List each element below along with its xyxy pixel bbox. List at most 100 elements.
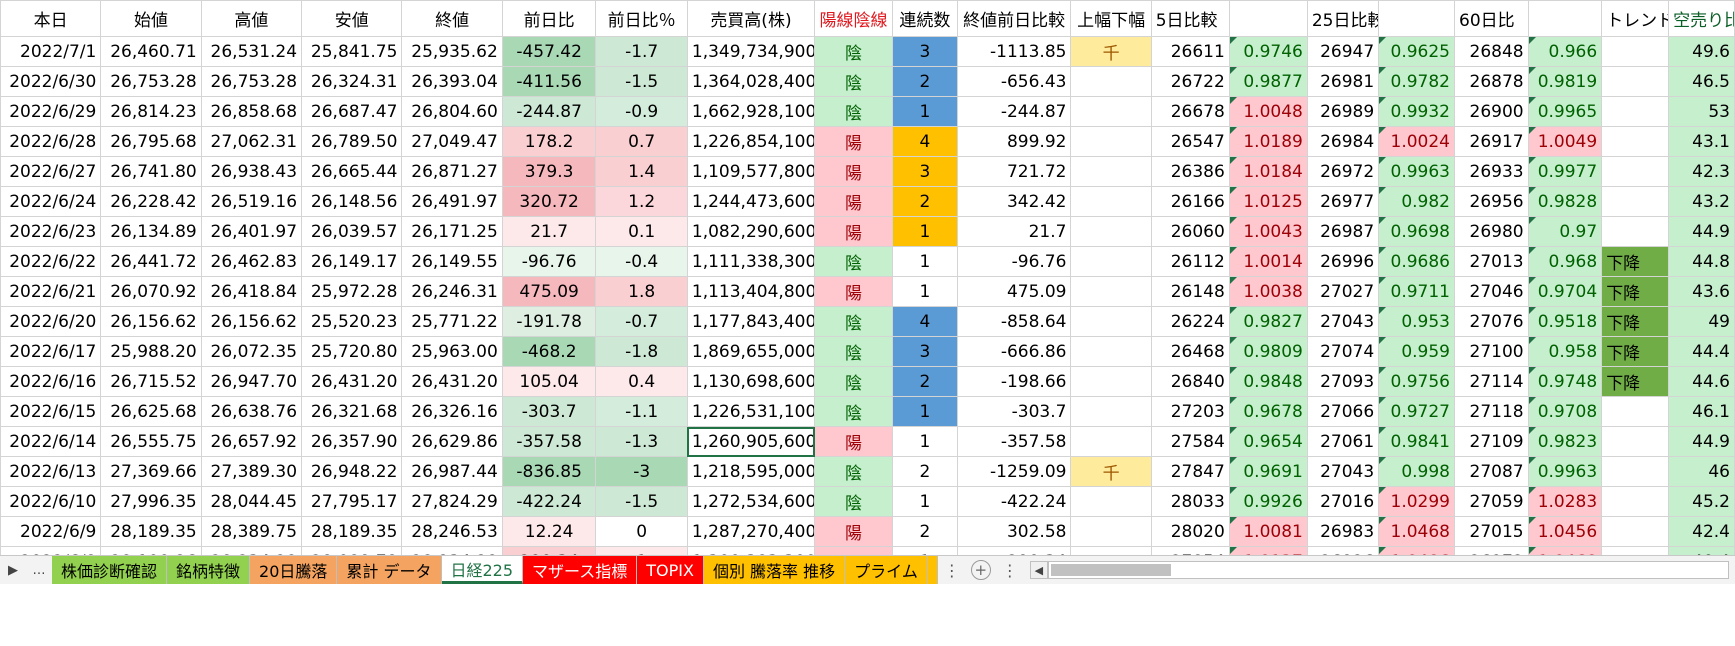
cell-r60[interactable]: 0.9823 bbox=[1527, 426, 1603, 457]
cell-streak[interactable]: 3 bbox=[892, 336, 958, 367]
cell-cmp[interactable]: 21.7 bbox=[956, 216, 1072, 247]
cell-low[interactable]: 26,324.31 bbox=[301, 66, 403, 97]
cell-pct[interactable]: -0.7 bbox=[595, 306, 688, 337]
cell-r25[interactable]: 0.9686 bbox=[1378, 246, 1455, 277]
sheet-tab[interactable]: 個別 騰落率 推移 bbox=[703, 556, 846, 584]
cell-pct[interactable]: -0.4 bbox=[595, 246, 688, 277]
cell-short[interactable]: 44.8 bbox=[1668, 246, 1735, 277]
cell-short[interactable]: 46 bbox=[1668, 456, 1735, 487]
col-header[interactable]: 前日比 bbox=[501, 0, 597, 37]
cell-haba[interactable] bbox=[1070, 156, 1152, 187]
cell-low[interactable]: 26,687.47 bbox=[301, 96, 403, 127]
cell-close[interactable]: 26,246.31 bbox=[401, 276, 503, 307]
cell-cmp[interactable]: -96.76 bbox=[956, 246, 1072, 277]
cell-close[interactable]: 26,804.60 bbox=[401, 96, 503, 127]
cell-close[interactable]: 26,431.20 bbox=[401, 366, 503, 397]
cell-close[interactable]: 27,049.47 bbox=[401, 126, 503, 157]
cell-haba[interactable] bbox=[1070, 276, 1152, 307]
cell-low[interactable]: 28,189.35 bbox=[301, 516, 403, 547]
cell-r25[interactable]: 0.9963 bbox=[1378, 156, 1455, 187]
cell-open[interactable]: 27,369.66 bbox=[100, 456, 202, 487]
cell-vol[interactable]: 1,226,531,100 bbox=[686, 396, 816, 427]
cell-d5[interactable]: 26386 bbox=[1150, 156, 1230, 187]
cell-high[interactable]: 26,519.16 bbox=[200, 186, 303, 217]
cell-low[interactable]: 26,039.57 bbox=[301, 216, 403, 247]
cell-d60[interactable]: 26956 bbox=[1454, 186, 1529, 217]
cell-date[interactable]: 2022/6/14 bbox=[0, 426, 102, 457]
cell-cmp[interactable]: -858.64 bbox=[956, 306, 1072, 337]
cell-close[interactable]: 26,871.27 bbox=[401, 156, 503, 187]
cell-chg[interactable]: 105.04 bbox=[501, 366, 597, 397]
cell-date[interactable]: 2022/6/21 bbox=[0, 276, 102, 307]
col-header[interactable]: 25日比較 bbox=[1306, 0, 1380, 37]
sheet-tab[interactable]: 累計 データ bbox=[337, 556, 442, 584]
cell-d25[interactable]: 26981 bbox=[1306, 66, 1380, 97]
cell-r60[interactable]: 1.0049 bbox=[1527, 126, 1603, 157]
cell-d25[interactable]: 27061 bbox=[1306, 426, 1380, 457]
cell-r60[interactable]: 0.9748 bbox=[1527, 366, 1603, 397]
cell-vol[interactable]: 1,244,473,600 bbox=[686, 186, 816, 217]
col-header[interactable]: 終値前日比較 bbox=[956, 0, 1072, 37]
cell-haba[interactable] bbox=[1070, 426, 1152, 457]
cell-short[interactable]: 49.6 bbox=[1668, 36, 1735, 67]
cell-vol[interactable]: 1,111,338,300 bbox=[686, 246, 816, 277]
cell-short[interactable]: 43.2 bbox=[1668, 186, 1735, 217]
cell-date[interactable]: 2022/6/23 bbox=[0, 216, 102, 247]
col-header[interactable]: 本日 bbox=[0, 0, 102, 37]
cell-chg[interactable]: -457.42 bbox=[501, 36, 597, 67]
cell-d25[interactable]: 26972 bbox=[1306, 156, 1380, 187]
cell-close[interactable]: 27,824.29 bbox=[401, 486, 503, 517]
sheet-tab-active[interactable]: 日経225 bbox=[441, 556, 524, 584]
cell-d60[interactable]: 27076 bbox=[1454, 306, 1529, 337]
cell-close[interactable]: 26,149.55 bbox=[401, 246, 503, 277]
sheet-tab[interactable]: 株価診断確認 bbox=[52, 556, 168, 584]
cell-d25[interactable]: 26984 bbox=[1306, 126, 1380, 157]
cell-chg[interactable]: 21.7 bbox=[501, 216, 597, 247]
cell-vol[interactable]: 1,364,028,400 bbox=[686, 66, 816, 97]
col-header[interactable]: 高値 bbox=[200, 0, 303, 37]
cell-trend[interactable] bbox=[1601, 516, 1670, 547]
cell-haba[interactable]: 千 bbox=[1070, 456, 1152, 487]
cell-d60[interactable]: 26900 bbox=[1454, 96, 1529, 127]
cell-d60[interactable]: 27109 bbox=[1454, 426, 1529, 457]
cell-trend[interactable]: 下降 bbox=[1601, 336, 1670, 367]
cell-yy[interactable]: 陽 bbox=[813, 516, 894, 547]
cell-r60[interactable]: 0.97 bbox=[1527, 216, 1603, 247]
sheet-ellipsis-left[interactable]: … bbox=[26, 556, 52, 584]
cell-high[interactable]: 26,418.84 bbox=[200, 276, 303, 307]
cell-streak[interactable]: 1 bbox=[892, 96, 958, 127]
cell-d25[interactable]: 26977 bbox=[1306, 186, 1380, 217]
cell-vol[interactable]: 1,287,270,400 bbox=[686, 516, 816, 547]
sheet-tab[interactable]: TOPIX bbox=[637, 556, 704, 584]
cell-yy[interactable]: 陰 bbox=[813, 36, 894, 67]
cell-streak[interactable]: 1 bbox=[892, 486, 958, 517]
cell-haba[interactable] bbox=[1070, 396, 1152, 427]
cell-date[interactable]: 2022/7/1 bbox=[0, 36, 102, 67]
cell-low[interactable]: 26,665.44 bbox=[301, 156, 403, 187]
cell-d5[interactable]: 26148 bbox=[1150, 276, 1230, 307]
cell-low[interactable]: 25,841.75 bbox=[301, 36, 403, 67]
cell-open[interactable]: 26,441.72 bbox=[100, 246, 202, 277]
cell-short[interactable]: 42.4 bbox=[1668, 516, 1735, 547]
cell-short[interactable]: 46.5 bbox=[1668, 66, 1735, 97]
cell-d60[interactable]: 27013 bbox=[1454, 246, 1529, 277]
cell-yy[interactable]: 陰 bbox=[813, 366, 894, 397]
cell-cmp[interactable]: -422.24 bbox=[956, 486, 1072, 517]
cell-high[interactable]: 27,389.30 bbox=[200, 456, 303, 487]
cell-d60[interactable]: 27087 bbox=[1454, 456, 1529, 487]
cell-low[interactable]: 25,720.80 bbox=[301, 336, 403, 367]
cell-d25[interactable]: 27066 bbox=[1306, 396, 1380, 427]
cell-d60[interactable]: 27100 bbox=[1454, 336, 1529, 367]
cell-low[interactable]: 26,321.68 bbox=[301, 396, 403, 427]
cell-r25[interactable]: 1.0299 bbox=[1378, 486, 1455, 517]
cell-d60[interactable]: 26848 bbox=[1454, 36, 1529, 67]
cell-chg[interactable]: -836.85 bbox=[501, 456, 597, 487]
cell-r60[interactable]: 0.958 bbox=[1527, 336, 1603, 367]
cell-streak[interactable]: 2 bbox=[892, 66, 958, 97]
cell-date[interactable]: 2022/6/20 bbox=[0, 306, 102, 337]
cell-r25[interactable]: 0.9756 bbox=[1378, 366, 1455, 397]
cell-vol[interactable]: 1,349,734,900 bbox=[686, 36, 816, 67]
cell-d60[interactable]: 26933 bbox=[1454, 156, 1529, 187]
cell-r25[interactable]: 0.9841 bbox=[1378, 426, 1455, 457]
cell-short[interactable]: 42.3 bbox=[1668, 156, 1735, 187]
